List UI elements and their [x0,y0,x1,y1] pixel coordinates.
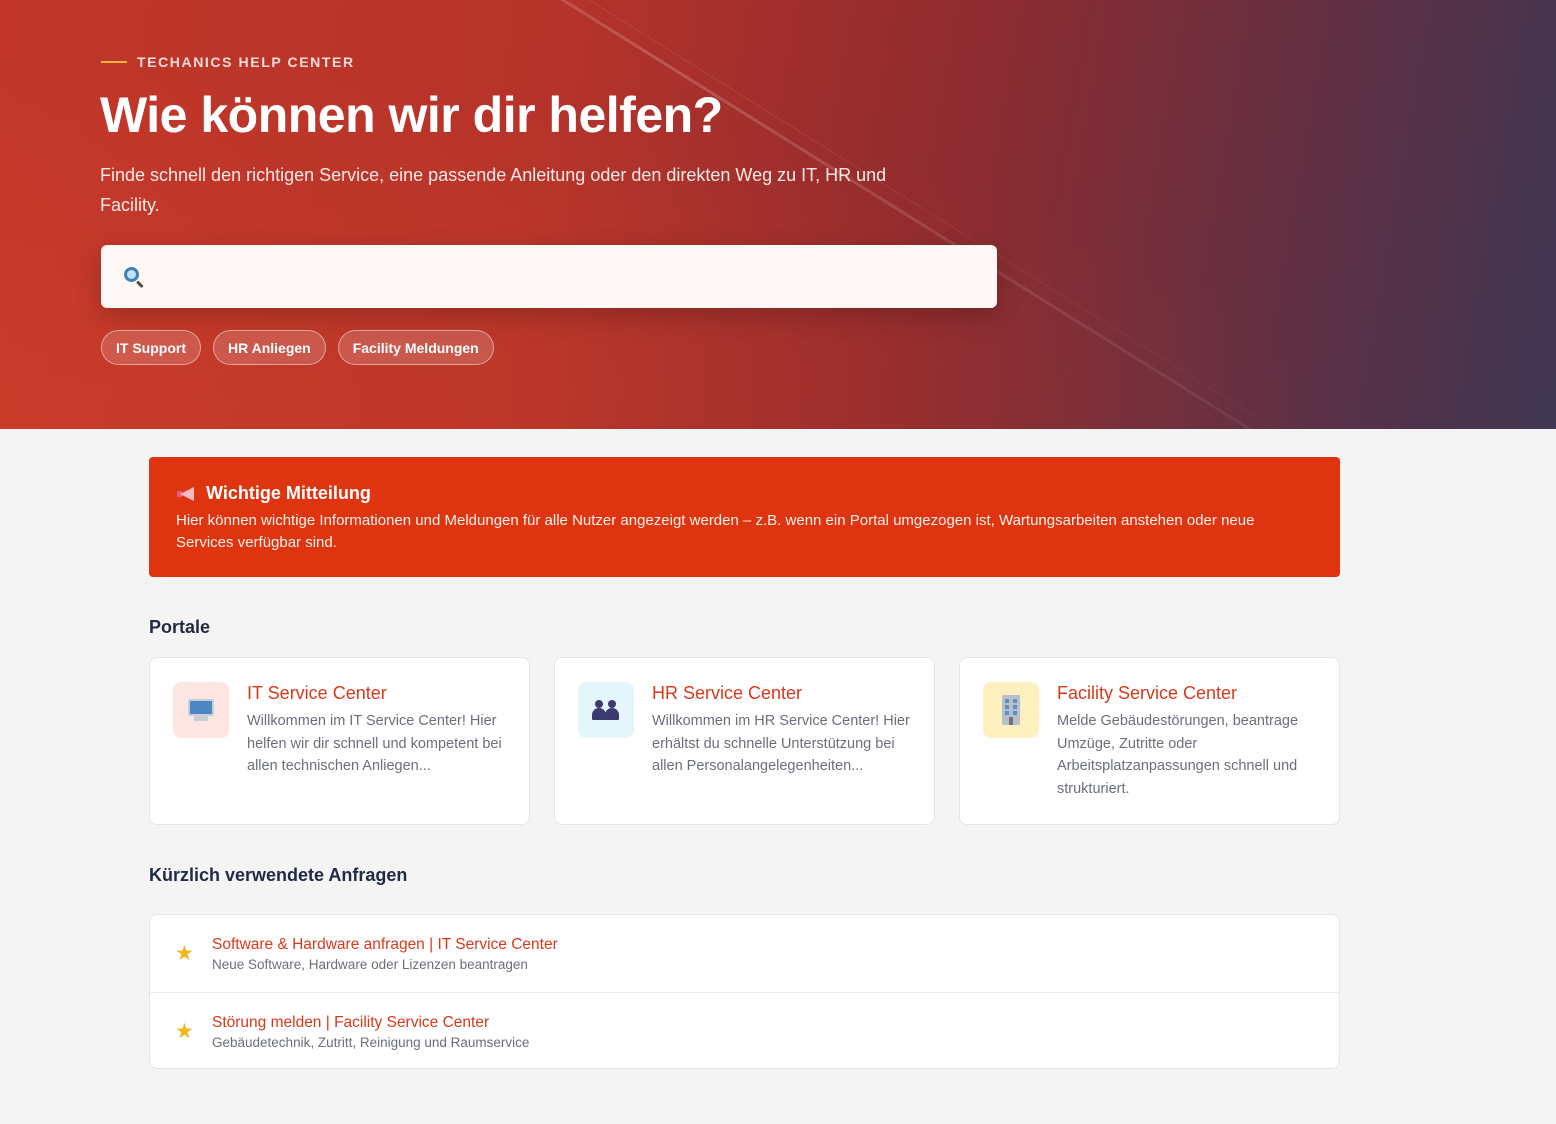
hero-banner: TECHANICS HELP CENTER Wie können wir dir… [0,0,1556,429]
chip-facility-meldungen[interactable]: Facility Meldungen [337,330,494,365]
star-icon: ★ [175,942,194,965]
portal-title[interactable]: IT Service Center [247,683,511,704]
recent-requests-list: ★ Software & Hardware anfragen | IT Serv… [149,914,1340,1069]
people-icon [578,682,634,738]
important-notice: Wichtige Mitteilung Hier können wichtige… [149,457,1340,577]
hero-subtitle: Finde schnell den richtigen Service, ein… [100,165,887,215]
portals-heading: Portale [149,617,211,637]
search-box[interactable] [101,245,997,308]
portal-card-it[interactable]: IT Service Center Willkommen im IT Servi… [149,657,530,825]
brand-eyebrow: TECHANICS HELP CENTER [101,54,355,70]
chip-it-support[interactable]: IT Support [101,330,201,365]
portal-card-facility[interactable]: Facility Service Center Melde Gebäudestö… [959,657,1340,825]
portal-title[interactable]: HR Service Center [652,683,916,704]
portal-description: Willkommen im HR Service Center! Hier er… [652,713,910,774]
portal-description: Willkommen im IT Service Center! Hier he… [247,713,502,774]
search-input[interactable] [159,256,979,297]
recent-request-title[interactable]: Störung melden | Facility Service Center [212,1014,489,1032]
recent-request-subtitle: Neue Software, Hardware oder Lizenzen be… [212,957,528,972]
page-title: Wie können wir dir helfen? [100,87,723,143]
portal-card-hr[interactable]: HR Service Center Willkommen im HR Servi… [554,657,935,825]
megaphone-icon [176,485,198,503]
eyebrow-accent-line [101,61,127,63]
notice-text: Hier können wichtige Informationen und M… [176,512,1255,551]
portal-title[interactable]: Facility Service Center [1057,683,1321,704]
recent-request-title[interactable]: Software & Hardware anfragen | IT Servic… [212,936,558,954]
recent-request-item[interactable]: ★ Störung melden | Facility Service Cent… [150,992,1339,1069]
recent-request-item[interactable]: ★ Software & Hardware anfragen | IT Serv… [150,915,1339,992]
recent-requests-heading: Kürzlich verwendete Anfragen [149,865,408,885]
search-icon [123,266,145,288]
monitor-icon [173,682,229,738]
brand-name: TECHANICS HELP CENTER [137,54,355,70]
star-icon: ★ [175,1020,194,1043]
portal-description: Melde Gebäudestörungen, beantrage Umzüge… [1057,713,1299,797]
chip-hr-anliegen[interactable]: HR Anliegen [213,330,326,365]
notice-title: Wichtige Mitteilung [206,483,371,503]
recent-request-subtitle: Gebäudetechnik, Zutritt, Reinigung und R… [212,1035,530,1050]
building-icon [983,682,1039,738]
quick-filter-chips: IT Support HR Anliegen Facility Meldunge… [101,330,494,365]
